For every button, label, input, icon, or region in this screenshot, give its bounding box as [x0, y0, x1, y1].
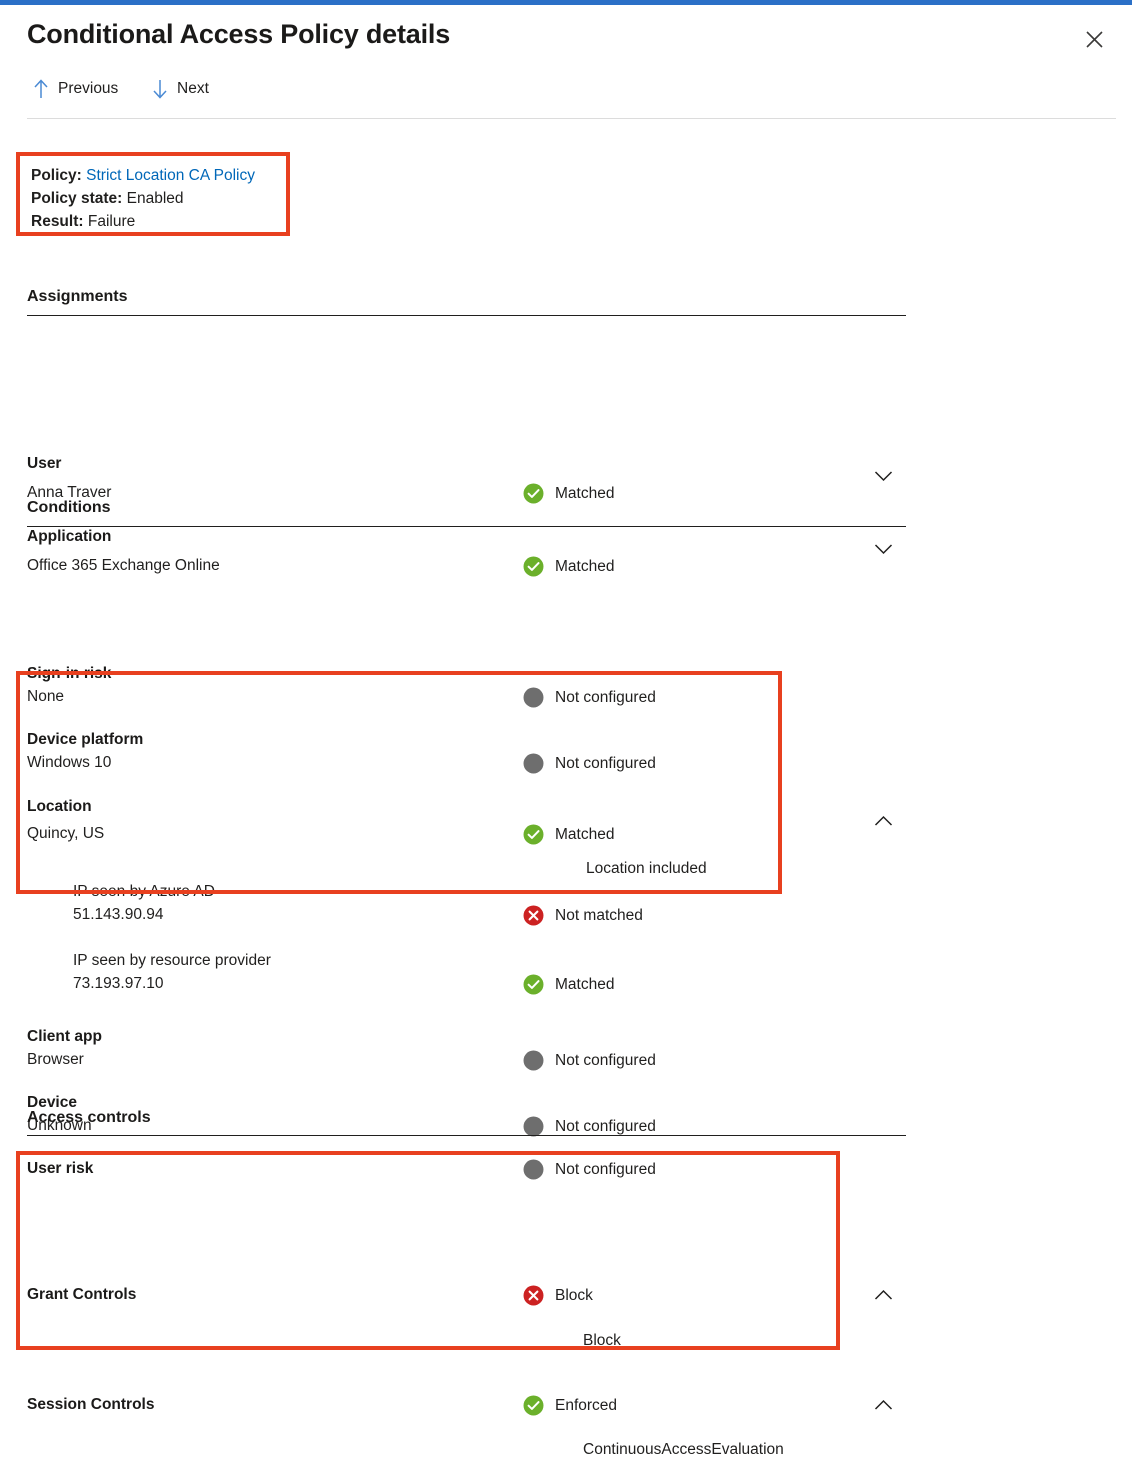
policy-result-row: Result: Failure — [31, 210, 286, 233]
status-label: Not configured — [555, 756, 656, 772]
status-badge: Not configured — [523, 687, 656, 708]
expand-toggle-user[interactable] — [869, 462, 897, 490]
check-circle-icon — [523, 824, 544, 845]
policy-state-value: Enabled — [127, 190, 184, 207]
panel-header: Conditional Access Policy details — [0, 5, 1132, 67]
sub-row-label: IP seen by resource provider — [73, 952, 271, 970]
conditions-heading: Conditions — [27, 499, 111, 517]
status-label: Matched — [555, 827, 614, 843]
row-label: Grant Controls — [27, 1286, 136, 1304]
row-label: User — [27, 455, 61, 473]
access-controls-highlight-box — [16, 1151, 840, 1350]
row-value: None — [27, 688, 64, 706]
row-value: Browser — [27, 1051, 84, 1069]
close-icon[interactable] — [1078, 23, 1110, 55]
policy-name-row: Policy: Strict Location CA Policy — [31, 164, 286, 187]
policy-state-row: Policy state: Enabled — [31, 187, 286, 210]
row-label: Client app — [27, 1028, 102, 1046]
status-badge: Not configured — [523, 1159, 656, 1180]
gray-dot-icon — [523, 1050, 544, 1071]
collapse-toggle-location[interactable] — [869, 807, 897, 835]
status-badge: Not configured — [523, 1116, 656, 1137]
status-label: Not configured — [555, 690, 656, 706]
sub-row-value: 51.143.90.94 — [73, 906, 164, 924]
access-controls-heading: Access controls — [27, 1109, 151, 1127]
previous-label: Previous — [58, 80, 118, 98]
arrow-down-icon — [152, 79, 168, 99]
arrow-up-icon — [33, 79, 49, 99]
status-badge: Matched — [523, 974, 614, 995]
collapse-toggle-session-controls[interactable] — [869, 1391, 897, 1419]
row-label: Device platform — [27, 731, 143, 749]
grant-controls-detail-text: Block — [583, 1332, 621, 1350]
status-badge: Not configured — [523, 753, 656, 774]
row-label: Application — [27, 528, 111, 546]
collapse-toggle-grant-controls[interactable] — [869, 1281, 897, 1309]
status-label: Block — [555, 1288, 593, 1304]
page-title: Conditional Access Policy details — [27, 19, 450, 50]
policy-name-link[interactable]: Strict Location CA Policy — [86, 167, 255, 184]
close-glyph — [1086, 31, 1103, 48]
status-badge: Not matched — [523, 905, 643, 926]
command-bar: Previous Next — [0, 67, 1132, 123]
gray-dot-icon — [523, 687, 544, 708]
location-detail-text: Location included — [586, 860, 707, 878]
access-controls-divider — [27, 1135, 906, 1136]
chevron-down-icon — [874, 470, 893, 482]
row-value: Quincy, US — [27, 825, 104, 843]
row-value: Office 365 Exchange Online — [27, 557, 220, 575]
status-badge: Matched — [523, 556, 614, 577]
next-button[interactable]: Next — [152, 79, 209, 99]
conditions-divider — [27, 526, 906, 527]
check-circle-icon — [523, 483, 544, 504]
status-label: Not configured — [555, 1162, 656, 1178]
check-circle-icon — [523, 556, 544, 577]
status-label: Not configured — [555, 1053, 656, 1069]
sub-row-label: IP seen by Azure AD — [73, 883, 215, 901]
status-badge: Block — [523, 1285, 593, 1306]
status-label: Enforced — [555, 1398, 617, 1414]
session-controls-detail-text: ContinuousAccessEvaluation — [583, 1441, 784, 1459]
status-label: Not matched — [555, 908, 643, 924]
previous-button[interactable]: Previous — [33, 79, 118, 99]
chevron-down-icon — [874, 543, 893, 555]
policy-state-label: Policy state: — [31, 190, 122, 207]
assignments-divider — [27, 315, 906, 316]
status-badge: Matched — [523, 483, 614, 504]
error-circle-icon — [523, 1285, 544, 1306]
check-circle-icon — [523, 974, 544, 995]
status-label: Matched — [555, 977, 614, 993]
status-label: Matched — [555, 486, 614, 502]
error-circle-icon — [523, 905, 544, 926]
chevron-up-icon — [874, 1399, 893, 1411]
row-label: Location — [27, 798, 92, 816]
row-value: Windows 10 — [27, 754, 111, 772]
assignments-heading: Assignments — [27, 288, 127, 306]
policy-result-value: Failure — [88, 213, 135, 230]
status-badge: Matched — [523, 824, 614, 845]
chevron-up-icon — [874, 1289, 893, 1301]
gray-dot-icon — [523, 1159, 544, 1180]
row-label: Session Controls — [27, 1396, 154, 1414]
check-circle-icon — [523, 1395, 544, 1416]
status-label: Matched — [555, 559, 614, 575]
status-label: Not configured — [555, 1119, 656, 1135]
row-label: User risk — [27, 1160, 93, 1178]
chevron-up-icon — [874, 815, 893, 827]
row-label: Sign-in risk — [27, 665, 111, 683]
sub-row-value: 73.193.97.10 — [73, 975, 164, 993]
status-badge: Enforced — [523, 1395, 617, 1416]
expand-toggle-application[interactable] — [869, 535, 897, 563]
policy-details-panel: Conditional Access Policy details Previo… — [0, 5, 1132, 123]
policy-label: Policy: — [31, 167, 82, 184]
gray-dot-icon — [523, 1116, 544, 1137]
status-badge: Not configured — [523, 1050, 656, 1071]
policy-result-label: Result: — [31, 213, 84, 230]
policy-summary-box: Policy: Strict Location CA Policy Policy… — [16, 152, 290, 236]
command-bar-divider — [27, 118, 1116, 119]
next-label: Next — [177, 80, 209, 98]
gray-dot-icon — [523, 753, 544, 774]
